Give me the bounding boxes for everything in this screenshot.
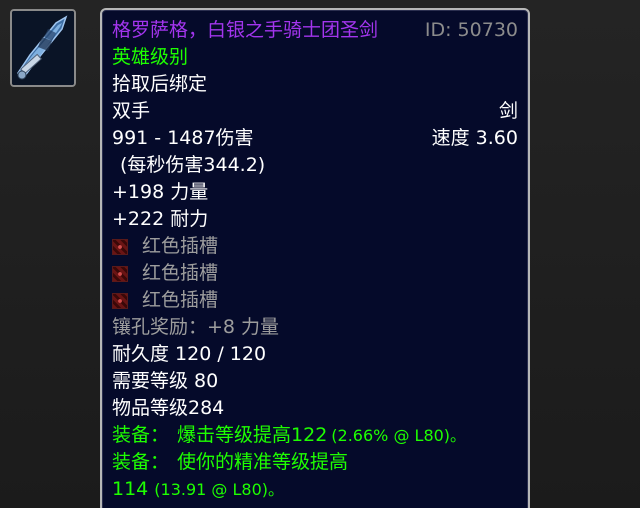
socket-label: 红色插槽 <box>142 262 219 284</box>
equip-effect-row: 装备： 爆击等级提高122 (2.66% @ L80)。 <box>112 422 518 449</box>
damage-per-second: (每秒伤害344.2) <box>120 154 266 176</box>
bind-row: 拾取后绑定 <box>112 71 518 98</box>
item-level: 物品等级284 <box>112 397 225 419</box>
item-icon-frame[interactable] <box>10 9 76 87</box>
weapon-speed: 速度 3.60 <box>431 127 518 149</box>
socket-label: 红色插槽 <box>142 235 219 257</box>
damage-row: 991 - 1487伤害 速度 3.60 <box>112 125 518 152</box>
equip-effect-row: 114 (13.91 @ L80)。 <box>112 476 518 503</box>
socket-bonus-row: 镶孔奖励：+8 力量 <box>112 314 518 341</box>
game-screen: 格罗萨格，白银之手骑士团圣剑 ID: 50730 英雄级别 拾取后绑定 双手 剑… <box>0 0 640 508</box>
stat-stamina: +222 耐力 <box>112 208 209 230</box>
damage-range: 991 - 1487伤害 <box>112 127 254 149</box>
weapon-type: 剑 <box>498 100 518 122</box>
equip-effect-text: 使你的精准等级提高 <box>177 451 349 473</box>
slot-row: 双手 剑 <box>112 98 518 125</box>
dps-row: (每秒伤害344.2) <box>112 152 518 179</box>
durability-row: 耐久度 120 / 120 <box>112 341 518 368</box>
red-socket-icon <box>112 265 128 282</box>
socket-label: 红色插槽 <box>142 289 219 311</box>
durability: 耐久度 120 / 120 <box>112 343 267 365</box>
strength-row: +198 力量 <box>112 179 518 206</box>
required-level: 需要等级 80 <box>112 370 219 392</box>
two-handed-sword-icon <box>12 11 74 85</box>
item-id: ID: 50730 <box>424 19 518 41</box>
hand-type: 双手 <box>112 100 151 122</box>
red-socket-icon <box>112 292 128 309</box>
item-level-row: 物品等级284 <box>112 395 518 422</box>
socket-row: 红色插槽 <box>112 287 518 314</box>
required-level-row: 需要等级 80 <box>112 368 518 395</box>
quality-row: 英雄级别 <box>112 44 518 71</box>
socket-row: 红色插槽 <box>112 260 518 287</box>
equip-effect-value: 114 <box>112 478 149 500</box>
item-quality: 英雄级别 <box>112 46 189 68</box>
item-name: 格罗萨格，白银之手骑士团圣剑 <box>112 19 379 41</box>
equip-effect-note: (13.91 @ L80)。 <box>154 480 285 499</box>
tooltip-header-row: 格罗萨格，白银之手骑士团圣剑 ID: 50730 <box>112 17 518 44</box>
equip-prefix: 装备： <box>112 451 170 473</box>
bind-type: 拾取后绑定 <box>112 73 208 95</box>
red-socket-icon <box>112 238 128 255</box>
equip-effect-row: 装备： 使你的精准等级提高 <box>112 449 518 476</box>
stamina-row: +222 耐力 <box>112 206 518 233</box>
equip-effect-note: (2.66% @ L80)。 <box>331 426 467 445</box>
socket-bonus: 镶孔奖励：+8 力量 <box>112 316 280 338</box>
socket-row: 红色插槽 <box>112 233 518 260</box>
stat-strength: +198 力量 <box>112 181 209 203</box>
equip-effect-text: 爆击等级提高122 <box>177 424 328 446</box>
item-tooltip: 格罗萨格，白银之手骑士团圣剑 ID: 50730 英雄级别 拾取后绑定 双手 剑… <box>100 8 530 508</box>
equip-prefix: 装备： <box>112 424 170 446</box>
